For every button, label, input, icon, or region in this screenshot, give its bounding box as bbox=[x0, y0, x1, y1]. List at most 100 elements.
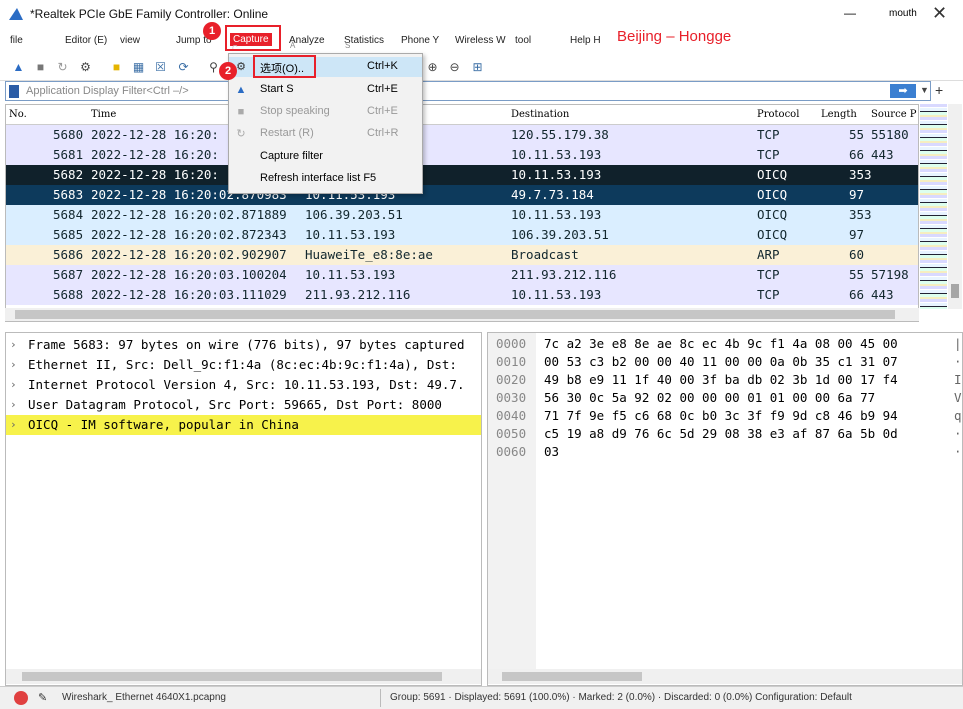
hex-row[interactable]: 0020 49 b8 e9 11 1f 40 00 3f ba db 02 3b … bbox=[488, 371, 962, 389]
bookmark-icon[interactable] bbox=[9, 85, 19, 98]
menu-view[interactable]: view bbox=[120, 35, 140, 46]
hex-row[interactable]: 0040 71 7f 9e f5 c6 68 0c b0 3c 3f f9 9d … bbox=[488, 407, 962, 425]
hex-row[interactable]: 0050 c5 19 a8 d9 76 6c 5d 29 08 38 e3 af … bbox=[488, 425, 962, 443]
packet-row[interactable]: 5685 2022-12-28 16:20:02.872343 10.11.53.1… bbox=[6, 225, 918, 245]
scroll-thumb[interactable] bbox=[22, 672, 442, 681]
open-file-icon[interactable]: ■ bbox=[108, 59, 125, 76]
apply-filter-button[interactable]: ➡ bbox=[890, 84, 916, 98]
display-filter-input[interactable]: Application Display Filter<Ctrl –/> bbox=[26, 85, 189, 97]
expand-arrow-icon[interactable]: › bbox=[10, 335, 17, 355]
packet-destination: 120.55.179.38 bbox=[511, 127, 609, 142]
menu-wireless[interactable]: Wireless W bbox=[455, 35, 506, 46]
bytes-hscrollbar[interactable] bbox=[488, 669, 962, 684]
col-destination[interactable]: Destination bbox=[511, 109, 569, 120]
packet-row[interactable]: 5680 2022-12-28 16:20: 120.55.179.38 TCP 55 5… bbox=[6, 125, 918, 145]
menu-telephony[interactable]: Phone Y bbox=[401, 35, 439, 46]
hex-row[interactable]: 0030 56 30 0c 5a 92 02 00 00 00 01 01 00 … bbox=[488, 389, 962, 407]
packet-list[interactable]: No. Time Destination Protocol Length Sou… bbox=[5, 104, 919, 322]
close-file-icon[interactable]: ☒ bbox=[152, 59, 169, 76]
edit-comment-icon[interactable]: ✎ bbox=[38, 691, 47, 704]
packet-stats: Group: 5691 · Displayed: 5691 (100.0%) ·… bbox=[390, 692, 852, 703]
save-file-icon[interactable]: ▦ bbox=[130, 59, 147, 76]
expand-arrow-icon[interactable]: › bbox=[10, 395, 17, 415]
packet-source: 10.11.53.193 bbox=[305, 227, 396, 242]
col-length[interactable]: Length bbox=[821, 109, 857, 120]
add-filter-button[interactable]: + bbox=[935, 82, 943, 98]
menu-item-label: Refresh interface list F5 bbox=[260, 172, 377, 184]
hex-row[interactable]: 0060 03 · bbox=[488, 443, 962, 461]
start-capture-icon[interactable]: ▲ bbox=[10, 59, 27, 76]
filter-history-dropdown[interactable]: ▼ bbox=[920, 85, 929, 95]
menu-bar: file Editor (E) view Jump to Capture Ana… bbox=[0, 30, 963, 53]
col-protocol[interactable]: Protocol bbox=[757, 109, 799, 120]
packet-row[interactable]: 5683 2022-12-28 16:20:02.870983 10.11.53.1… bbox=[6, 185, 918, 205]
watermark-text: Beijing – Hongge bbox=[617, 28, 732, 45]
display-filter-bar[interactable]: Application Display Filter<Ctrl –/> ➡ ▼ bbox=[5, 81, 931, 101]
stop-capture-icon[interactable]: ■ bbox=[32, 59, 49, 76]
expand-arrow-icon[interactable]: › bbox=[10, 375, 17, 395]
capture-highlight-box bbox=[225, 25, 281, 51]
zoom-out-icon[interactable]: ⊖ bbox=[446, 59, 463, 76]
packet-time: 2022-12-28 16:20:02.902907 bbox=[91, 247, 287, 262]
expand-arrow-icon[interactable]: › bbox=[10, 355, 17, 375]
detail-tree-item[interactable]: › Internet Protocol Version 4, Src: 10.11… bbox=[6, 375, 481, 395]
hex-offset: 0000 bbox=[496, 336, 527, 351]
menu-item-capture-filters[interactable]: Capture filter bbox=[229, 147, 422, 167]
capture-file-name: Wireshark_ Ethernet 4640X1.pcapng bbox=[62, 692, 226, 703]
packet-protocol: OICQ bbox=[757, 207, 788, 222]
col-no[interactable]: No. bbox=[9, 109, 27, 120]
packet-bytes-pane[interactable]: 0000 7c a2 3e e8 8e ae 8c ec 4b 9c f1 4a … bbox=[487, 332, 963, 686]
packet-source-port: 57198 bbox=[871, 267, 909, 282]
packet-row[interactable]: 5686 2022-12-28 16:20:02.902907 HuaweiTe_e… bbox=[6, 245, 918, 265]
packet-protocol: TCP bbox=[757, 267, 780, 282]
capture-status-icon[interactable] bbox=[14, 691, 28, 705]
menu-help[interactable]: Help H bbox=[570, 35, 601, 46]
col-time[interactable]: Time bbox=[91, 109, 116, 120]
resize-columns-icon[interactable]: ⊞ bbox=[469, 59, 486, 76]
reload-file-icon[interactable]: ⟳ bbox=[175, 59, 192, 76]
details-hscrollbar[interactable] bbox=[6, 669, 481, 684]
hex-row[interactable]: 0010 00 53 c3 b2 00 00 40 11 00 00 0a 0b … bbox=[488, 353, 962, 371]
zoom-in-icon[interactable]: ⊕ bbox=[424, 59, 441, 76]
expand-arrow-icon[interactable]: › bbox=[10, 415, 17, 435]
detail-tree-item[interactable]: › Frame 5683: 97 bytes on wire (776 bits)… bbox=[6, 335, 481, 355]
minimize-button[interactable]: — bbox=[844, 6, 856, 20]
scroll-thumb[interactable] bbox=[951, 284, 959, 298]
hex-row[interactable]: 0000 7c a2 3e e8 8e ae 8c ec 4b 9c f1 4a … bbox=[488, 335, 962, 353]
packet-no: 5688 bbox=[53, 287, 84, 302]
packet-row[interactable]: 5682 2022-12-28 16:20: 10.11.53.193 OICQ 353 bbox=[6, 165, 918, 185]
hex-bytes: 03 bbox=[544, 444, 560, 459]
packet-row[interactable]: 5688 2022-12-28 16:20:03.111029 211.93.212… bbox=[6, 285, 918, 305]
packet-list-hscrollbar[interactable] bbox=[5, 308, 919, 321]
menu-item-shortcut: Ctrl+E bbox=[367, 105, 398, 117]
scroll-thumb[interactable] bbox=[15, 310, 895, 319]
detail-tree-item[interactable]: › User Datagram Protocol, Src Port: 59665… bbox=[6, 395, 481, 415]
menu-item-start[interactable]: ▲ Start S Ctrl+E bbox=[229, 80, 422, 100]
detail-text: User Datagram Protocol, Src Port: 59665,… bbox=[28, 397, 442, 412]
packet-protocol: OICQ bbox=[757, 167, 788, 182]
menu-edit[interactable]: Editor (E) bbox=[65, 35, 107, 46]
packet-row[interactable]: 5687 2022-12-28 16:20:03.100204 10.11.53.1… bbox=[6, 265, 918, 285]
restart-capture-icon[interactable]: ↻ bbox=[54, 59, 71, 76]
close-button[interactable]: ✕ bbox=[932, 3, 947, 24]
menu-file[interactable]: file bbox=[10, 35, 23, 46]
detail-tree-item[interactable]: › OICQ - IM software, popular in China bbox=[6, 415, 481, 435]
capture-options-icon[interactable]: ⚙ bbox=[77, 59, 94, 76]
packet-list-vscrollbar[interactable] bbox=[948, 104, 962, 309]
detail-text: Frame 5683: 97 bytes on wire (776 bits),… bbox=[28, 337, 465, 352]
scroll-thumb[interactable] bbox=[502, 672, 642, 681]
menu-item-refresh-interfaces[interactable]: Refresh interface list F5 bbox=[229, 169, 422, 189]
menu-item-restart: ↻ Restart (R) Ctrl+R bbox=[229, 124, 422, 144]
packet-minimap[interactable] bbox=[920, 104, 947, 309]
packet-protocol: OICQ bbox=[757, 227, 788, 242]
detail-tree-item[interactable]: › Ethernet II, Src: Dell_9c:f1:4a (8c:ec:… bbox=[6, 355, 481, 375]
packet-row[interactable]: 5684 2022-12-28 16:20:02.871889 106.39.203… bbox=[6, 205, 918, 225]
packet-row[interactable]: 5681 2022-12-28 16:20: 10.11.53.193 TCP 66 44… bbox=[6, 145, 918, 165]
menu-tools[interactable]: tool bbox=[515, 35, 531, 46]
menu-item-label: Start S bbox=[260, 83, 294, 95]
col-source-port[interactable]: Source P bbox=[871, 109, 917, 120]
packet-list-header: No. Time Destination Protocol Length Sou… bbox=[6, 105, 918, 125]
packet-details-pane[interactable]: › Frame 5683: 97 bytes on wire (776 bits)… bbox=[5, 332, 482, 686]
packet-protocol: OICQ bbox=[757, 187, 788, 202]
ascii-bytes: q· bbox=[954, 408, 962, 423]
